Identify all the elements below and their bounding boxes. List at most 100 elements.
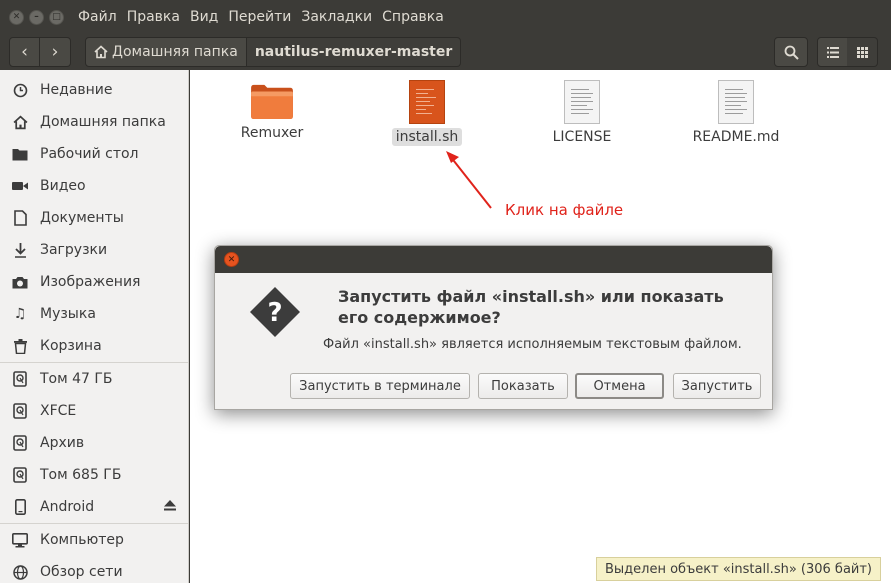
back-button[interactable]: ‹ xyxy=(9,37,40,67)
drive-icon xyxy=(11,371,29,387)
sidebar-item-label: Обзор сети xyxy=(40,564,123,580)
home-icon xyxy=(11,114,29,130)
computer-icon xyxy=(11,532,29,548)
sidebar-item-recent[interactable]: Недавние xyxy=(0,74,188,106)
sidebar-item-pictures[interactable]: Изображения xyxy=(0,266,188,298)
menu-file[interactable]: Файл xyxy=(78,9,117,25)
dialog-subtitle: Файл «install.sh» является исполняемым т… xyxy=(323,337,742,352)
camera-icon xyxy=(11,276,29,289)
script-icon xyxy=(409,80,445,124)
sidebar-item-downloads[interactable]: Загрузки xyxy=(0,234,188,266)
run-in-terminal-button[interactable]: Запустить в терминале xyxy=(290,373,470,399)
forward-button[interactable]: › xyxy=(40,37,71,67)
sidebar-item-documents[interactable]: Документы xyxy=(0,202,188,234)
file-name: README.md xyxy=(692,129,780,145)
menu-go[interactable]: Перейти xyxy=(228,9,291,25)
run-button[interactable]: Запустить xyxy=(673,373,761,399)
sidebar-item-trash[interactable]: Корзина xyxy=(0,330,188,362)
dialog-heading-line1: Запустить файл «install.sh» или показать xyxy=(338,287,724,306)
sidebar-item-volume-685[interactable]: Том 685 ГБ xyxy=(0,459,188,491)
run-or-display-dialog: ✕ ? Запустить файл «install.sh» или пока… xyxy=(214,245,773,410)
sidebar-item-label: Изображения xyxy=(40,274,141,290)
sidebar-item-label: Видео xyxy=(40,178,86,194)
breadcrumb-current[interactable]: nautilus-remuxer-master xyxy=(246,37,462,67)
video-icon xyxy=(11,180,29,192)
file-item-remuxer[interactable]: Remuxer xyxy=(212,82,332,142)
file-item-install-sh[interactable]: install.sh xyxy=(367,80,487,146)
list-view-button[interactable] xyxy=(817,37,848,67)
svg-text:?: ? xyxy=(267,298,282,328)
chevron-right-icon: › xyxy=(51,42,59,62)
dialog-close-button[interactable]: ✕ xyxy=(224,252,239,267)
close-window-button[interactable]: ✕ xyxy=(9,9,24,25)
list-view-icon xyxy=(826,46,839,58)
maximize-window-button[interactable]: □ xyxy=(49,9,64,25)
file-name: install.sh xyxy=(391,128,463,146)
menu-help[interactable]: Справка xyxy=(382,9,444,25)
breadcrumb-home[interactable]: Домашняя папка xyxy=(85,37,247,67)
sidebar-item-label: Рабочий стол xyxy=(40,146,139,162)
sidebar-item-android[interactable]: Android xyxy=(0,491,188,523)
menu-edit[interactable]: Правка xyxy=(127,9,180,25)
grid-view-icon xyxy=(856,46,868,58)
sidebar-item-label: Том 685 ГБ xyxy=(40,467,122,483)
menu-bar: ✕ – □ Файл Правка Вид Перейти Закладки С… xyxy=(0,0,891,34)
minimize-window-button[interactable]: – xyxy=(29,9,44,25)
file-item-readme[interactable]: README.md xyxy=(676,80,796,146)
dialog-heading: Запустить файл «install.sh» или показать… xyxy=(338,286,738,328)
folder-icon xyxy=(251,84,293,120)
toolbar: ‹ › Домашняя папка nautilus-remuxer-mast… xyxy=(0,34,891,70)
sidebar-item-label: Музыка xyxy=(40,306,96,322)
sidebar: Недавние Домашняя папка Рабочий стол Вид… xyxy=(0,70,189,583)
sidebar-item-label: Недавние xyxy=(40,82,113,98)
dialog-heading-line2: его содержимое? xyxy=(338,308,501,327)
sidebar-item-videos[interactable]: Видео xyxy=(0,170,188,202)
sidebar-item-label: Домашняя папка xyxy=(40,114,166,130)
phone-icon xyxy=(11,499,29,515)
sidebar-item-volume-47[interactable]: Том 47 ГБ xyxy=(0,363,188,395)
file-name: LICENSE xyxy=(552,129,612,145)
document-icon xyxy=(11,210,29,226)
text-file-icon xyxy=(564,80,600,124)
download-icon xyxy=(11,242,29,258)
sidebar-item-archive[interactable]: Архив xyxy=(0,427,188,459)
grid-view-button[interactable] xyxy=(847,37,878,67)
sidebar-item-label: Документы xyxy=(40,210,124,226)
sidebar-item-label: Android xyxy=(40,499,95,515)
question-icon: ? xyxy=(250,287,300,337)
sidebar-item-label: Том 47 ГБ xyxy=(40,371,113,387)
dialog-titlebar: ✕ xyxy=(215,246,772,273)
sidebar-item-xfce[interactable]: XFCE xyxy=(0,395,188,427)
annotation-arrow-icon xyxy=(446,151,492,209)
search-icon xyxy=(784,45,799,60)
eject-icon[interactable] xyxy=(164,500,176,514)
clock-icon xyxy=(11,83,29,98)
sidebar-item-label: XFCE xyxy=(40,403,77,419)
sidebar-item-label: Компьютер xyxy=(40,532,124,548)
window-controls: ✕ – □ xyxy=(9,9,64,25)
sidebar-item-label: Загрузки xyxy=(40,242,108,258)
music-icon: ♫ xyxy=(13,306,27,322)
chevron-left-icon: ‹ xyxy=(21,42,28,62)
sidebar-item-desktop[interactable]: Рабочий стол xyxy=(0,138,188,170)
sidebar-item-label: Корзина xyxy=(40,338,102,354)
home-icon xyxy=(94,45,108,59)
file-item-license[interactable]: LICENSE xyxy=(522,80,642,146)
cancel-button[interactable]: Отмена xyxy=(575,373,664,399)
text-file-icon xyxy=(718,80,754,124)
sidebar-item-network[interactable]: Обзор сети xyxy=(0,556,188,583)
sidebar-item-music[interactable]: ♫ Музыка xyxy=(0,298,188,330)
status-bar: Выделен объект «install.sh» (306 байт) xyxy=(596,557,882,581)
nav-buttons: ‹ › xyxy=(9,37,71,67)
menu-bookmarks[interactable]: Закладки xyxy=(301,9,372,25)
sidebar-item-home[interactable]: Домашняя папка xyxy=(0,106,188,138)
breadcrumb: Домашняя папка nautilus-remuxer-master xyxy=(85,37,462,67)
display-button[interactable]: Показать xyxy=(478,373,568,399)
desktop-folder-icon xyxy=(11,147,29,161)
file-name: Remuxer xyxy=(240,125,304,141)
drive-icon xyxy=(11,467,29,483)
sidebar-item-computer[interactable]: Компьютер xyxy=(0,524,188,556)
search-button[interactable] xyxy=(774,37,808,67)
annotation-text: Клик на файле xyxy=(505,201,624,219)
menu-view[interactable]: Вид xyxy=(190,9,218,25)
